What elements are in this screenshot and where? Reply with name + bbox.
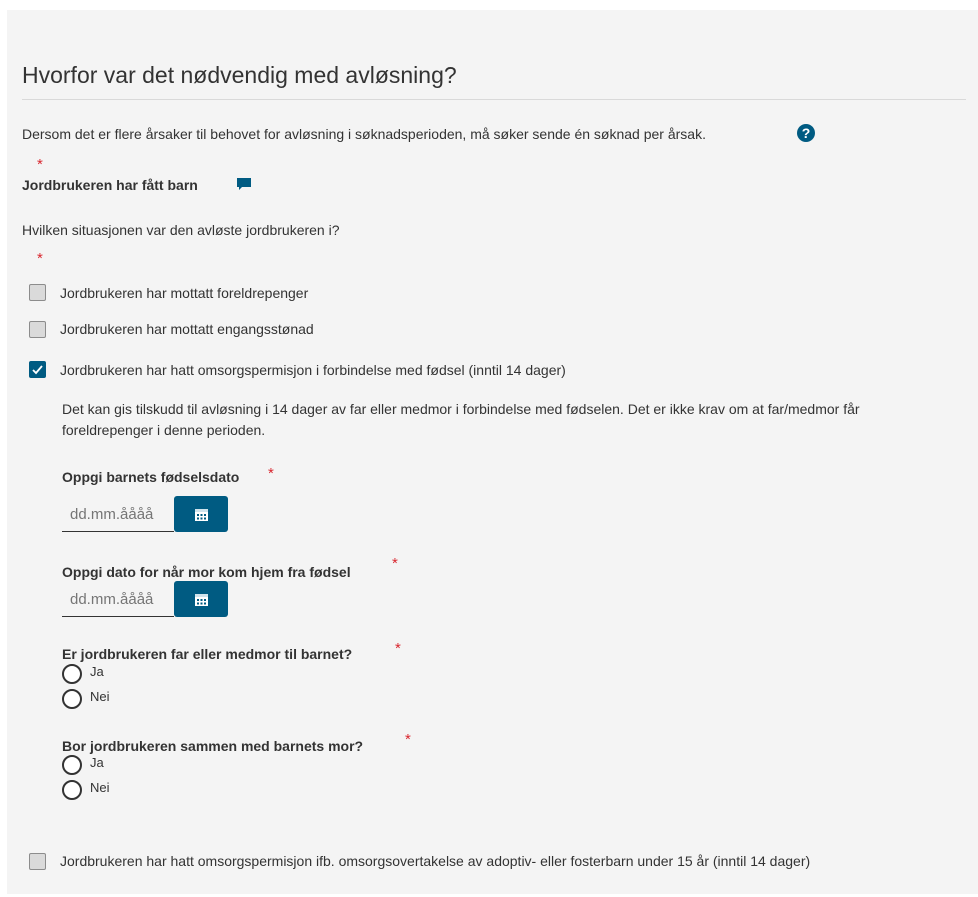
required-mark: *	[405, 731, 411, 748]
home-date-field	[62, 583, 180, 617]
checkbox-label: Jordbrukeren har hatt omsorgspermisjon i…	[60, 362, 566, 378]
checkmark-icon	[32, 365, 43, 375]
cohabit-radio-yes[interactable]	[62, 755, 82, 775]
required-mark: *	[392, 555, 398, 572]
section-title: Hvorfor var det nødvendig med avløsning?	[22, 62, 457, 88]
radio-label: Ja	[90, 664, 104, 679]
comment-icon[interactable]	[236, 177, 252, 191]
required-mark: *	[268, 465, 274, 482]
home-date-calendar-button[interactable]	[174, 581, 228, 617]
birth-date-label: Oppgi barnets fødselsdato	[62, 469, 240, 485]
divider	[22, 99, 966, 100]
birth-date-calendar-button[interactable]	[174, 496, 228, 532]
checkbox-omsorgspermisjon-adopsjon[interactable]	[29, 853, 46, 870]
checkbox-foreldrepenger[interactable]	[29, 284, 46, 301]
cohabit-radio-no[interactable]	[62, 780, 82, 800]
birth-date-input[interactable]	[62, 498, 180, 530]
home-date-label: Oppgi dato for når mor kom hjem fra føds…	[62, 564, 351, 580]
father-question-label: Er jordbrukeren far eller medmor til bar…	[62, 646, 353, 662]
situation-question: Hvilken situasjonen var den avløste jord…	[22, 222, 340, 238]
calendar-icon	[194, 508, 208, 521]
father-radio-yes[interactable]	[62, 664, 82, 684]
radio-label: Nei	[90, 689, 110, 704]
help-icon[interactable]: ?	[797, 124, 815, 142]
info-text-line1: Det kan gis tilskudd til avløsning i 14 …	[62, 401, 860, 417]
cohabit-question-label: Bor jordbrukeren sammen med barnets mor?	[62, 738, 364, 754]
checkbox-label: Jordbrukeren har mottatt engangsstønad	[60, 321, 314, 337]
info-text-line2: foreldrepenger i denne perioden.	[62, 422, 266, 438]
required-mark: *	[395, 640, 401, 657]
required-mark: *	[37, 156, 43, 173]
father-radio-no[interactable]	[62, 689, 82, 709]
radio-label: Ja	[90, 755, 104, 770]
checkbox-label: Jordbrukeren har hatt omsorgspermisjon i…	[60, 853, 811, 869]
radio-label: Nei	[90, 780, 110, 795]
required-mark: *	[37, 250, 43, 267]
reason-label: Jordbrukeren har fått barn	[22, 177, 198, 193]
checkbox-engangsstonad[interactable]	[29, 321, 46, 338]
intro-text: Dersom det er flere årsaker til behovet …	[22, 126, 706, 142]
birth-date-field	[62, 498, 180, 532]
calendar-icon	[194, 593, 208, 606]
checkbox-omsorgspermisjon-fodsel[interactable]	[29, 361, 46, 378]
home-date-input[interactable]	[62, 583, 180, 615]
checkbox-label: Jordbrukeren har mottatt foreldrepenger	[60, 285, 309, 301]
